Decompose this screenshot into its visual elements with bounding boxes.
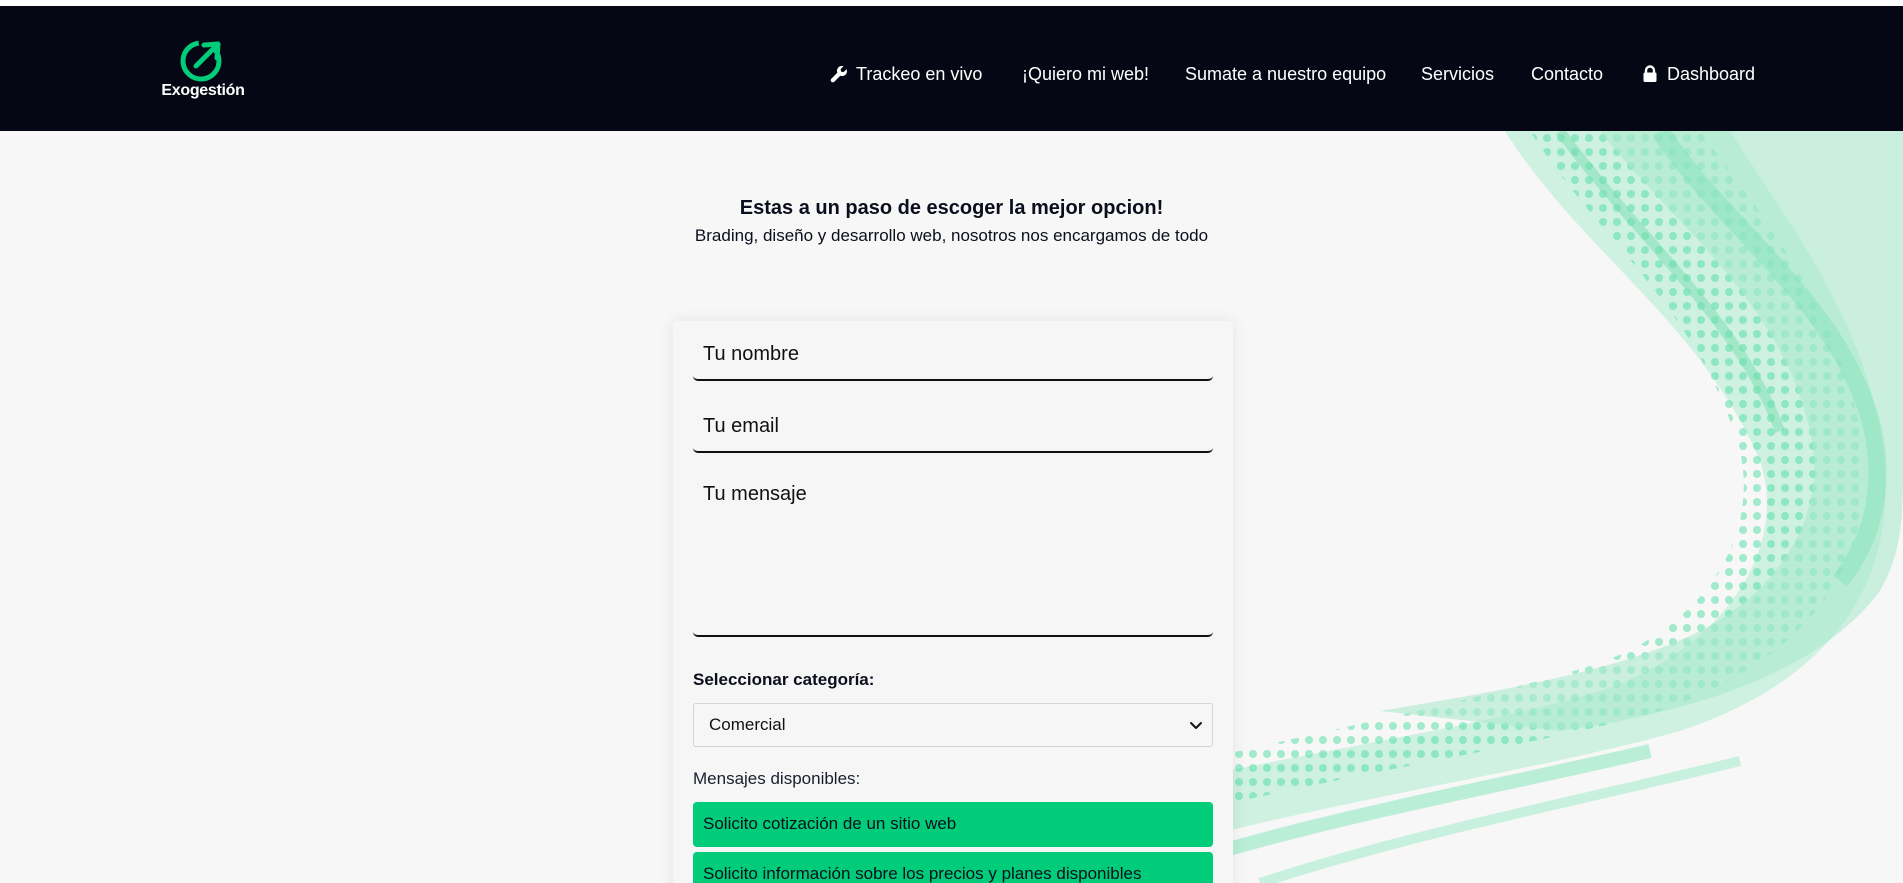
category-selected-value: Comercial [709,715,786,734]
email-input[interactable] [693,401,1213,453]
contact-form: Seleccionar categoría: Comercial Mensaje… [673,321,1233,883]
main-content: Estas a un paso de escoger la mejor opci… [0,131,1903,883]
wrench-icon [830,65,847,83]
page-subtitle: Brading, diseño y desarrollo web, nosotr… [694,226,1209,245]
nav-item-quiero-mi-web[interactable]: ¡Quiero mi web! [1022,62,1149,86]
nav-item-servicios[interactable]: Servicios [1421,62,1494,86]
logo-icon [180,40,222,82]
message-option-button[interactable]: Solicito cotización de un sitio web [693,802,1213,847]
category-label: Seleccionar categoría: [693,670,875,689]
name-input[interactable] [693,329,1213,381]
chevron-down-icon [1190,722,1202,729]
message-textarea[interactable] [693,473,1213,637]
brand-name: Exogestión [161,82,245,99]
nav-item-label: Servicios [1421,64,1495,84]
nav-item-label: ¡Quiero mi web! [1022,64,1150,84]
nav-item-label: Dashboard [1667,64,1756,84]
nav-item-trackeo[interactable]: Trackeo en vivo [830,62,982,86]
messages-label: Mensajes disponibles: [693,769,861,788]
nav-item-label: Contacto [1531,64,1604,84]
lock-icon [1643,65,1657,82]
brand-logo[interactable]: Exogestión [160,36,246,104]
nav-item-sumate[interactable]: Sumate a nuestro equipo [1185,62,1386,86]
message-option-button[interactable]: Solicito información sobre los precios y… [693,852,1213,883]
category-select[interactable]: Comercial [693,703,1213,747]
page-title: Estas a un paso de escoger la mejor opci… [739,197,1164,219]
nav-item-contacto[interactable]: Contacto [1531,62,1603,86]
nav-item-label: Trackeo en vivo [856,64,983,84]
nav-item-dashboard[interactable]: Dashboard [1641,62,1755,86]
navbar: Exogestión Trackeo en vivo ¡Quiero mi we… [0,6,1903,131]
nav-item-label: Sumate a nuestro equipo [1185,64,1387,84]
